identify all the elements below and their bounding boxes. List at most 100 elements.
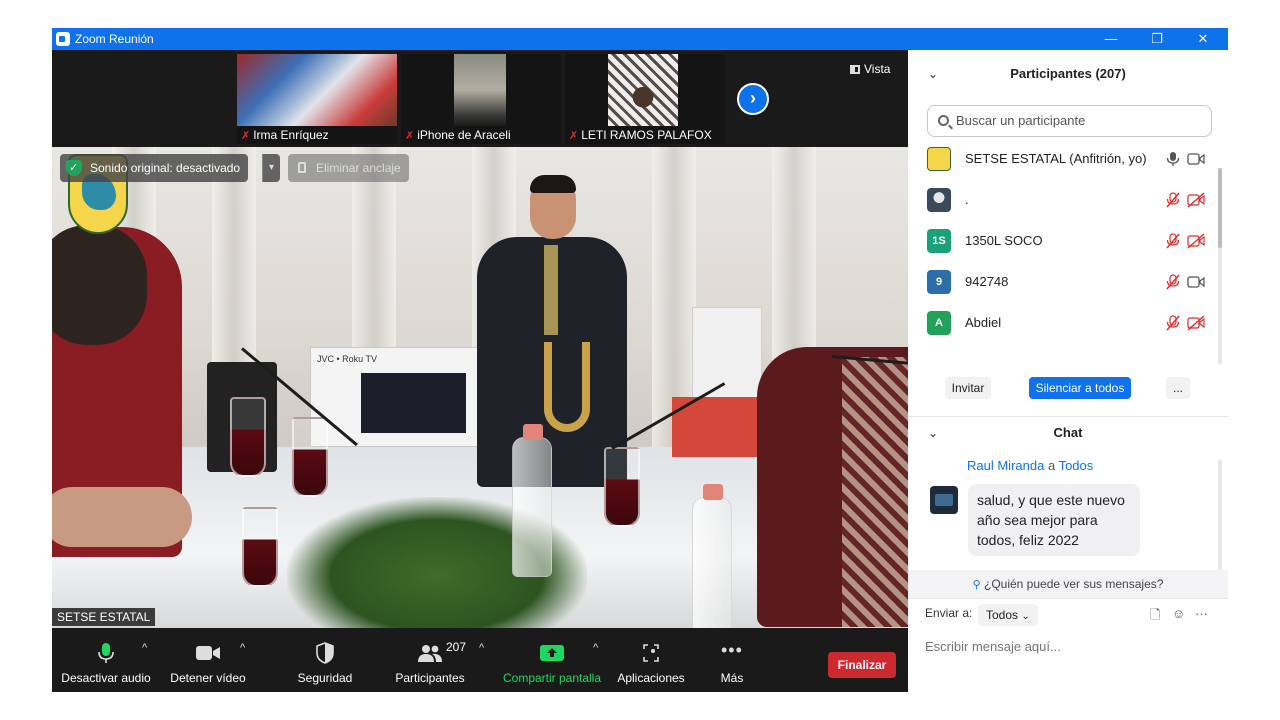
emoji-icon[interactable]: ☺	[1172, 606, 1185, 621]
chat-more-icon[interactable]: ···	[1195, 606, 1208, 621]
video-off-icon[interactable]	[1187, 192, 1205, 208]
mute-audio-label: Desactivar audio	[61, 671, 151, 685]
participant-row[interactable]: SETSE ESTATAL (Anfitrión, yo)	[908, 139, 1218, 179]
mute-all-button[interactable]: Silenciar a todos	[1029, 377, 1131, 399]
more-button[interactable]: ••• Más	[702, 628, 762, 692]
participants-icon	[418, 645, 442, 662]
to-word: a	[1047, 458, 1056, 473]
thumbnail-video[interactable]: ✗ LETI RAMOS PALAFOX	[565, 54, 725, 144]
zoom-app-icon	[56, 32, 70, 46]
participant-avatar	[927, 147, 951, 171]
microphone-icon	[98, 643, 114, 663]
chat-header: ⌄ Chat	[908, 418, 1228, 448]
chat-message-input[interactable]	[925, 635, 1215, 657]
invite-button[interactable]: Invitar	[945, 377, 991, 399]
recipient-name: Todos	[1058, 458, 1094, 473]
original-sound-dropdown[interactable]: ▾	[262, 154, 280, 182]
stop-video-button[interactable]: Detener vídeo	[168, 628, 248, 692]
participant-row[interactable]: 9 942748	[908, 262, 1218, 302]
video-off-icon[interactable]	[1187, 233, 1205, 249]
speaker-name-label: SETSE ESTATAL	[52, 608, 156, 626]
saxophone	[544, 342, 590, 432]
microphone-icon[interactable]	[1165, 151, 1181, 167]
security-label: Seguridad	[297, 671, 353, 685]
more-label: Más	[720, 671, 744, 685]
pin-icon	[298, 162, 306, 173]
wine-glass	[604, 447, 640, 527]
video-options-caret-icon[interactable]: ^	[240, 642, 245, 654]
mic-muted-icon[interactable]	[1165, 233, 1181, 249]
end-meeting-button[interactable]: Finalizar	[828, 652, 896, 678]
audio-options-caret-icon[interactable]: ^	[142, 642, 147, 654]
video-camera-icon	[196, 646, 220, 660]
more-options-button[interactable]: ...	[1166, 377, 1190, 399]
share-options-caret-icon[interactable]: ^	[593, 642, 598, 654]
mic-muted-icon[interactable]	[1165, 274, 1181, 290]
thumbnail-strip: ✗ Irma Enríquez ✗ iPhone de Araceli ✗ LETI …	[52, 50, 908, 147]
file-icon[interactable]: 🗋	[1150, 606, 1160, 628]
original-sound-button[interactable]: Sonido original: desactivado	[60, 154, 249, 182]
participant-video-image	[237, 54, 397, 126]
video-camera-icon[interactable]	[1187, 151, 1205, 167]
participant-name: SETSE ESTATAL (Anfitrión, yo)	[965, 151, 1147, 166]
thumbnail-name: ✗ iPhone de Araceli	[405, 128, 511, 142]
more-dots-icon: •••	[721, 640, 743, 660]
participant-name: Abdiel	[965, 315, 1002, 330]
close-button[interactable]: ✕	[1180, 28, 1226, 50]
person-lock-icon: ⚲	[972, 579, 981, 591]
mute-audio-button[interactable]: Desactivar audio	[61, 628, 151, 692]
main-speaker-video[interactable]: JVC • Roku TV ✓ Sonido original: desacti…	[52, 147, 908, 628]
unpin-button[interactable]: Eliminar anclaje	[288, 154, 409, 182]
who-can-see-link[interactable]: ⚲ ¿Quién puede ver sus mensajes?	[908, 570, 1228, 598]
security-button[interactable]: Seguridad	[288, 628, 362, 692]
thumbnail-video[interactable]: ✗ iPhone de Araceli	[401, 54, 561, 144]
participant-avatar: 9	[927, 270, 951, 294]
meeting-toolbar: Desactivar audio ^ Detener vídeo ^ Segur…	[52, 628, 908, 692]
person-left-hands	[52, 487, 192, 547]
mic-muted-icon: ✗	[405, 130, 415, 142]
participant-row[interactable]: 1S 1350L SOCO	[908, 221, 1218, 261]
restore-button[interactable]: ❐	[1134, 28, 1180, 50]
chat-message: salud, y que este nuevo año sea mejor pa…	[968, 484, 1140, 556]
water-bottle	[512, 424, 552, 577]
person-right-pattern	[842, 357, 908, 627]
sender-name[interactable]: Raul Miranda	[967, 458, 1044, 473]
participant-name: 942748	[965, 274, 1009, 289]
minimize-button[interactable]: —	[1088, 28, 1134, 50]
mic-muted-icon[interactable]	[1165, 192, 1181, 208]
stop-video-label: Detener vídeo	[170, 671, 246, 685]
bottle-cap	[523, 424, 543, 440]
participants-scrollbar-thumb[interactable]	[1218, 168, 1222, 248]
chat-scrollbar[interactable]	[1218, 460, 1222, 570]
mic-muted-icon: ✗	[569, 130, 579, 142]
apps-button[interactable]: Aplicaciones	[612, 628, 690, 692]
collapse-participants-chevron-icon[interactable]: ⌄	[928, 52, 938, 96]
participant-search-input[interactable]: Buscar un participante	[927, 105, 1212, 137]
title-bar: Zoom Reunión — ❐ ✕	[52, 28, 1228, 50]
send-to-dropdown[interactable]: Todos ⌄	[978, 604, 1038, 626]
participants-caret-icon[interactable]: ^	[479, 642, 484, 654]
participant-row[interactable]: .	[908, 180, 1218, 220]
participant-video-image	[608, 54, 678, 126]
participant-row[interactable]: A Abdiel	[908, 303, 1218, 343]
participants-button[interactable]: 207 Participantes	[388, 628, 472, 692]
saxophonist-tie	[544, 245, 558, 335]
send-to-value: Todos	[986, 608, 1019, 622]
next-page-arrow-icon[interactable]: ›	[737, 83, 769, 115]
shield-check-icon	[66, 154, 82, 182]
video-area: ✗ Irma Enríquez ✗ iPhone de Araceli ✗ LETI …	[52, 50, 908, 692]
apps-icon	[643, 644, 659, 662]
participants-header: ⌄ Participantes (207)	[908, 52, 1228, 92]
share-screen-button[interactable]: Compartir pantalla	[502, 628, 602, 692]
collapse-chat-chevron-icon[interactable]: ⌄	[928, 418, 938, 448]
shield-icon	[316, 642, 334, 664]
tv-brand-text: JVC • Roku TV	[317, 354, 378, 364]
mic-muted-icon: ✗	[241, 130, 251, 142]
thumbnail-video[interactable]: ✗ Irma Enríquez	[237, 54, 397, 144]
bottle-cap	[703, 484, 723, 500]
video-camera-icon[interactable]	[1187, 274, 1205, 290]
view-button[interactable]: Vista	[850, 62, 890, 76]
mic-muted-icon[interactable]	[1165, 315, 1181, 331]
video-off-icon[interactable]	[1187, 315, 1205, 331]
search-placeholder: Buscar un participante	[956, 113, 1086, 128]
